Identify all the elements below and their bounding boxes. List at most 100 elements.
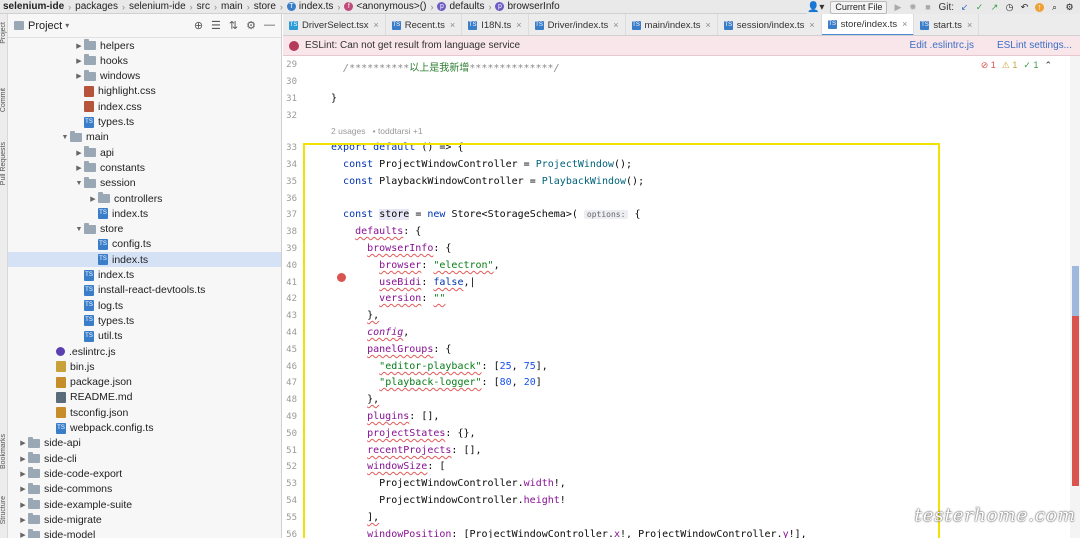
editor-tab[interactable]: TS Driver/index.ts ×	[529, 14, 626, 35]
tree-folder[interactable]: ▶ side-example-suite	[8, 497, 281, 512]
breadcrumb-item[interactable]: packages	[72, 1, 121, 12]
tree-file[interactable]: TS index.ts	[8, 252, 281, 268]
editor-tab[interactable]: TS store/index.ts ×	[821, 14, 915, 35]
tree-file[interactable]: TS install-react-devtools.ts	[8, 283, 281, 298]
code-line[interactable]: plugins: [],	[331, 411, 439, 422]
code-line[interactable]: /**********以上是我新增**************/	[331, 59, 560, 74]
code-line[interactable]: const PlaybackWindowController = Playbac…	[331, 176, 644, 187]
pull-requests-tool-tab[interactable]: Pull Requests	[0, 142, 8, 185]
tree-folder[interactable]: ▶ side-cli	[8, 451, 281, 466]
chevron-icon[interactable]: ▶	[74, 149, 84, 157]
structure-tool-tab[interactable]: Structure	[0, 496, 8, 524]
chevron-icon[interactable]: ▶	[74, 164, 84, 172]
tree-folder[interactable]: ▶ side-model	[8, 528, 281, 538]
code-line[interactable]: },	[331, 394, 379, 405]
code-line[interactable]: ProjectWindowController.height!	[331, 495, 566, 506]
git-commit-icon[interactable]: ✓	[975, 2, 984, 12]
close-icon[interactable]: ×	[613, 20, 618, 30]
code-line[interactable]: ],	[331, 512, 379, 523]
tree-file[interactable]: TS config.ts	[8, 237, 281, 252]
tree-file[interactable]: package.json	[8, 375, 281, 390]
tree-file[interactable]: .eslintrc.js	[8, 344, 281, 359]
close-icon[interactable]: ×	[374, 20, 379, 30]
chevron-icon[interactable]: ▼	[60, 134, 70, 141]
intention-bulb-icon[interactable]	[337, 273, 346, 282]
tree-file[interactable]: tsconfig.json	[8, 405, 281, 420]
chevron-up-icon[interactable]: ⌃	[1044, 60, 1052, 71]
tree-folder[interactable]: ▶ helpers	[8, 38, 281, 53]
code-line[interactable]: "playback-logger": [80, 20]	[331, 377, 542, 388]
close-icon[interactable]: ×	[516, 20, 521, 30]
run-config-select[interactable]: Current File	[830, 0, 888, 14]
code-line[interactable]: browserInfo: {	[331, 243, 451, 254]
rollback-icon[interactable]: ↶	[1020, 2, 1029, 12]
chevron-icon[interactable]: ▶	[18, 516, 28, 524]
user-icon[interactable]: 👤▾	[807, 2, 824, 13]
chevron-icon[interactable]: ▶	[18, 531, 28, 538]
git-update-icon[interactable]: ↙	[960, 2, 969, 12]
debug-icon[interactable]: ✹	[908, 2, 917, 12]
tree-file[interactable]: README.md	[8, 390, 281, 405]
code-line[interactable]: windowPosition: [ProjectWindowController…	[331, 529, 807, 538]
editor-scrollbar[interactable]	[1070, 56, 1080, 538]
search-icon[interactable]: ⌕	[1050, 2, 1059, 12]
tree-folder[interactable]: ▶ side-code-export	[8, 466, 281, 481]
options-gear-icon[interactable]: ⚙	[246, 19, 256, 32]
tree-file[interactable]: TS types.ts	[8, 115, 281, 130]
code-line[interactable]: const ProjectWindowController = ProjectW…	[331, 159, 632, 170]
chevron-icon[interactable]: ▶	[18, 470, 28, 478]
chevron-icon[interactable]: ▼	[74, 180, 84, 187]
edit-eslintrc-link[interactable]: Edit .eslintrc.js	[910, 40, 974, 51]
close-icon[interactable]: ×	[902, 19, 907, 29]
eslint-settings-link[interactable]: ESLint settings...	[997, 40, 1072, 51]
editor-tab[interactable]: TS session/index.ts ×	[718, 14, 822, 35]
chevron-icon[interactable]: ▶	[74, 57, 84, 65]
tree-folder[interactable]: ▶ api	[8, 145, 281, 160]
breadcrumb-item[interactable]: src	[194, 1, 213, 12]
code-line[interactable]: panelGroups: {	[331, 344, 451, 355]
update-available-icon[interactable]: ↑	[1035, 2, 1044, 12]
history-icon[interactable]: ◷	[1005, 2, 1014, 12]
tree-folder[interactable]: ▼ main	[8, 130, 281, 145]
code-line[interactable]: windowSize: [	[331, 461, 445, 472]
chevron-icon[interactable]: ▶	[18, 501, 28, 509]
close-icon[interactable]: ×	[450, 20, 455, 30]
breadcrumb-item[interactable]: p defaults	[434, 1, 487, 12]
editor-tab[interactable]: TS start.ts ×	[914, 14, 980, 35]
collapse-all-icon[interactable]: ☰	[211, 19, 221, 32]
chevron-icon[interactable]: ▶	[18, 455, 28, 463]
code-editor[interactable]: 29 30 31 32 33 34 35 36 37 38 39 40 41 42 43 44 45 46 47 48…	[283, 56, 1080, 538]
code-line[interactable]: config,	[331, 327, 409, 338]
close-icon[interactable]: ×	[706, 20, 711, 30]
tree-folder[interactable]: ▶ constants	[8, 160, 281, 175]
tree-file[interactable]: index.css	[8, 99, 281, 114]
tree-folder[interactable]: ▼ session	[8, 176, 281, 191]
breadcrumb-item[interactable]: store	[251, 1, 279, 12]
chevron-icon[interactable]: ▶	[18, 439, 28, 447]
editor-tab[interactable]: TS I18N.ts ×	[462, 14, 529, 35]
code-line[interactable]: const store = new Store<StorageSchema>( …	[331, 209, 640, 220]
code-line[interactable]: ProjectWindowController.width!,	[331, 478, 566, 489]
inspection-summary[interactable]: ⊘ 1 ⚠ 1 ✓ 1 ⌃	[980, 60, 1052, 71]
editor-tab[interactable]: TS DriverSelect.tsx ×	[283, 14, 386, 35]
tree-folder[interactable]: ▶ windows	[8, 69, 281, 84]
breadcrumb-item[interactable]: p browserInfo	[492, 1, 562, 12]
breadcrumb-item[interactable]: f <anonymous>()	[341, 1, 429, 12]
breadcrumb-item[interactable]: Tindex.ts	[284, 1, 336, 12]
tree-folder[interactable]: ▶ side-commons	[8, 482, 281, 497]
tree-folder[interactable]: ▶ controllers	[8, 191, 281, 206]
git-push-icon[interactable]: ↗	[990, 2, 999, 12]
close-icon[interactable]: ×	[809, 20, 814, 30]
code-line[interactable]: defaults: {	[331, 226, 421, 237]
expand-all-icon[interactable]: ⇅	[229, 19, 238, 32]
tree-file[interactable]: TS types.ts	[8, 313, 281, 328]
code-line[interactable]: export default () => {	[331, 142, 463, 153]
chevron-icon[interactable]: ▶	[88, 195, 98, 203]
tree-file[interactable]: TS log.ts	[8, 298, 281, 313]
breadcrumb-item[interactable]: main	[218, 1, 246, 12]
chevron-icon[interactable]: ▶	[74, 72, 84, 80]
editor-tab[interactable]: TS Recent.ts ×	[386, 14, 463, 35]
tree-folder[interactable]: ▼ store	[8, 222, 281, 237]
project-panel-title[interactable]: Project	[28, 20, 62, 32]
code-line[interactable]: recentProjects: [],	[331, 445, 481, 456]
